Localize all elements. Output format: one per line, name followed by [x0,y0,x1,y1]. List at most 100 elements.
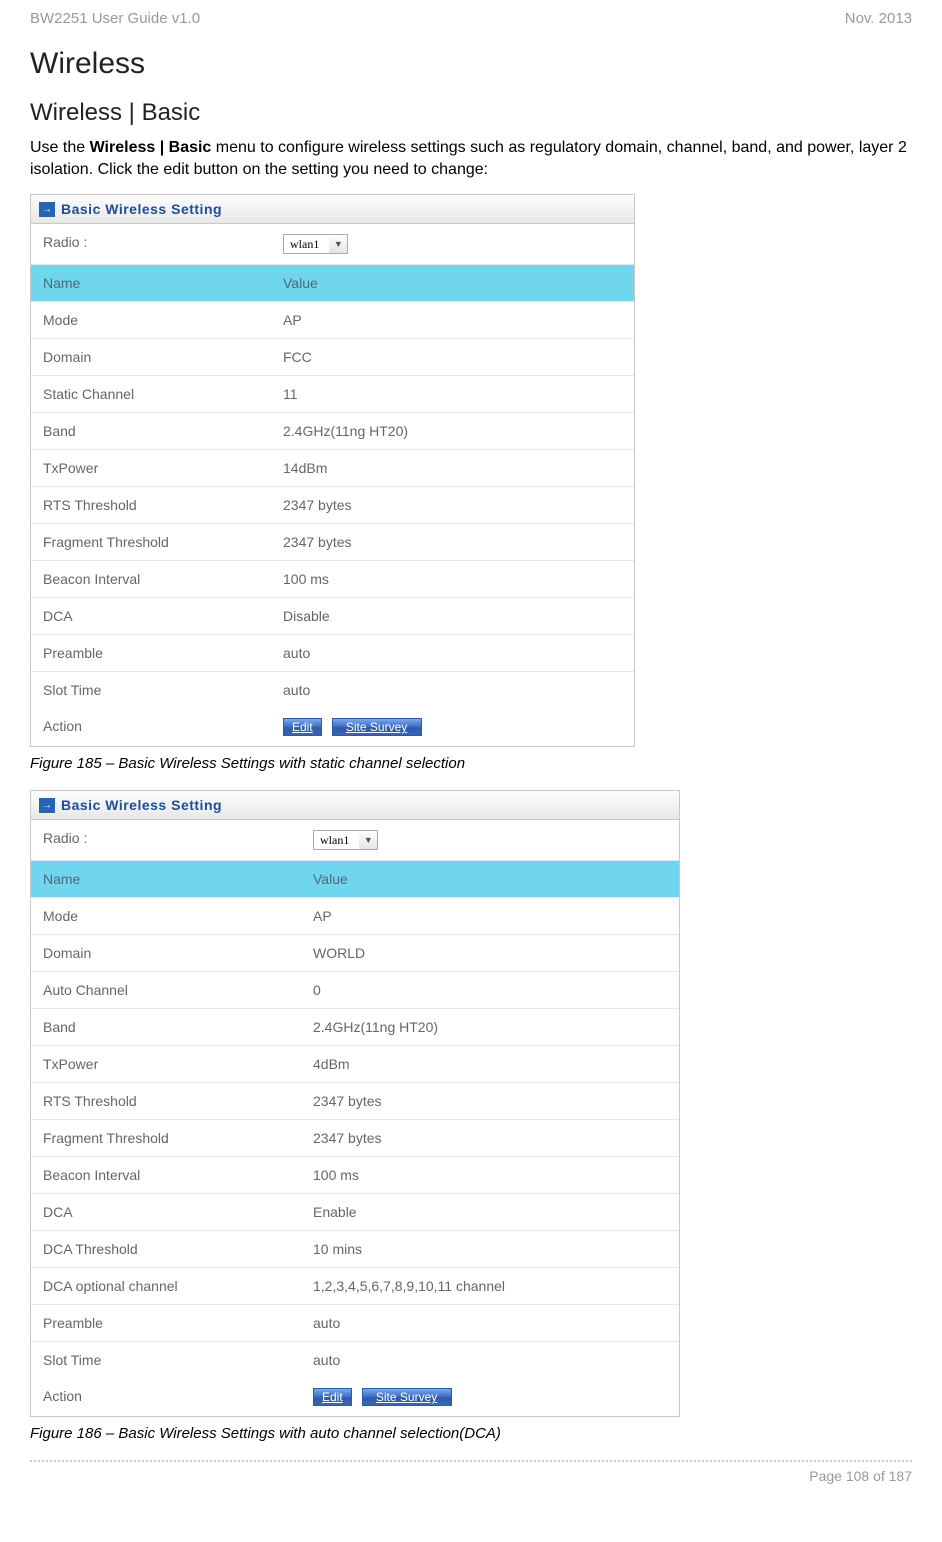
row-value: auto [301,1305,679,1341]
header-name: Name [31,265,271,301]
edit-button[interactable]: Edit [313,1388,352,1406]
table-row: RTS Threshold2347 bytes [31,1083,679,1120]
radio-label: Radio : [31,224,271,264]
panel-title: Basic Wireless Setting [61,201,222,217]
row-name: TxPower [31,1046,301,1082]
page-footer: Page 108 of 187 [30,1460,912,1484]
action-label: Action [31,708,271,746]
figure-caption-185: Figure 185 – Basic Wireless Settings wit… [30,755,912,772]
table-row: DCADisable [31,598,634,635]
table-row: Band2.4GHz(11ng HT20) [31,1009,679,1046]
row-value: auto [271,672,634,708]
row-value: 1,2,3,4,5,6,7,8,9,10,11 channel [301,1268,679,1304]
dropdown-value: wlan1 [284,236,329,253]
row-name: Slot Time [31,672,271,708]
row-value: 11 [271,376,634,412]
table-header-row: Name Value [31,861,679,898]
row-name: Auto Channel [31,972,301,1008]
page-header: BW2251 User Guide v1.0 Nov. 2013 [30,10,912,27]
settings-panel-1: → Basic Wireless Setting Radio : wlan1 ▼… [30,194,635,747]
section-title: Wireless | Basic [30,99,912,127]
table1-body: ModeAPDomainFCCStatic Channel11Band2.4GH… [31,302,634,708]
row-name: Band [31,413,271,449]
panel-title-bar: → Basic Wireless Setting [31,791,679,820]
row-name: Fragment Threshold [31,524,271,560]
row-value: Disable [271,598,634,634]
row-name: Domain [31,339,271,375]
site-survey-button[interactable]: Site Survey [332,718,422,736]
settings-panel-2: → Basic Wireless Setting Radio : wlan1 ▼… [30,790,680,1417]
action-label: Action [31,1378,301,1416]
row-name: Mode [31,302,271,338]
table-row: Slot Timeauto [31,672,634,708]
row-name: DCA [31,1194,301,1230]
page-number: Page 108 of 187 [809,1468,912,1484]
header-left: BW2251 User Guide v1.0 [30,10,200,27]
row-value: 0 [301,972,679,1008]
row-name: Beacon Interval [31,561,271,597]
row-value: 2347 bytes [301,1120,679,1156]
table-row: Beacon Interval100 ms [31,561,634,598]
panel-title-bar: → Basic Wireless Setting [31,195,634,224]
row-value: 100 ms [301,1157,679,1193]
row-value: 10 mins [301,1231,679,1267]
panel-title: Basic Wireless Setting [61,797,222,813]
action-row: Action Edit Site Survey [31,1378,679,1416]
row-name: Preamble [31,1305,301,1341]
table-row: Preambleauto [31,635,634,672]
row-value: WORLD [301,935,679,971]
row-name: Fragment Threshold [31,1120,301,1156]
figure-caption-186: Figure 186 – Basic Wireless Settings wit… [30,1425,912,1442]
chevron-down-icon: ▼ [329,239,347,249]
row-value: 14dBm [271,450,634,486]
radio-label: Radio : [31,820,301,860]
table-header-row: Name Value [31,265,634,302]
table-row: DCAEnable [31,1194,679,1231]
intro-bold: Wireless | Basic [90,139,212,156]
table2-body: ModeAPDomainWORLDAuto Channel0Band2.4GHz… [31,898,679,1378]
table-row: TxPower4dBm [31,1046,679,1083]
header-name: Name [31,861,301,897]
table-row: Preambleauto [31,1305,679,1342]
row-value: 2.4GHz(11ng HT20) [271,413,634,449]
row-name: Slot Time [31,1342,301,1378]
intro-paragraph: Use the Wireless | Basic menu to configu… [30,137,912,180]
table-row: DomainFCC [31,339,634,376]
header-value: Value [301,861,679,897]
header-right: Nov. 2013 [845,10,912,27]
row-name: Mode [31,898,301,934]
row-name: DCA Threshold [31,1231,301,1267]
row-name: DCA optional channel [31,1268,301,1304]
table-row: Auto Channel0 [31,972,679,1009]
radio-dropdown[interactable]: wlan1 ▼ [313,830,378,850]
chevron-down-icon: ▼ [359,835,377,845]
table-row: ModeAP [31,898,679,935]
row-value: AP [301,898,679,934]
site-survey-button[interactable]: Site Survey [362,1388,452,1406]
dropdown-value: wlan1 [314,832,359,849]
row-value: 100 ms [271,561,634,597]
table-row: DomainWORLD [31,935,679,972]
table-row: TxPower14dBm [31,450,634,487]
radio-row: Radio : wlan1 ▼ [31,820,679,861]
row-name: Preamble [31,635,271,671]
row-value: AP [271,302,634,338]
table-row: Slot Timeauto [31,1342,679,1378]
table-row: DCA optional channel1,2,3,4,5,6,7,8,9,10… [31,1268,679,1305]
row-name: Band [31,1009,301,1045]
row-value: 2347 bytes [301,1083,679,1119]
arrow-icon: → [39,202,55,217]
row-name: DCA [31,598,271,634]
row-value: 2.4GHz(11ng HT20) [301,1009,679,1045]
row-name: Static Channel [31,376,271,412]
row-value: 4dBm [301,1046,679,1082]
row-name: Beacon Interval [31,1157,301,1193]
radio-dropdown[interactable]: wlan1 ▼ [283,234,348,254]
table-row: Fragment Threshold2347 bytes [31,524,634,561]
arrow-icon: → [39,798,55,813]
row-name: RTS Threshold [31,487,271,523]
edit-button[interactable]: Edit [283,718,322,736]
row-value: auto [301,1342,679,1378]
table-row: Beacon Interval100 ms [31,1157,679,1194]
row-name: Domain [31,935,301,971]
